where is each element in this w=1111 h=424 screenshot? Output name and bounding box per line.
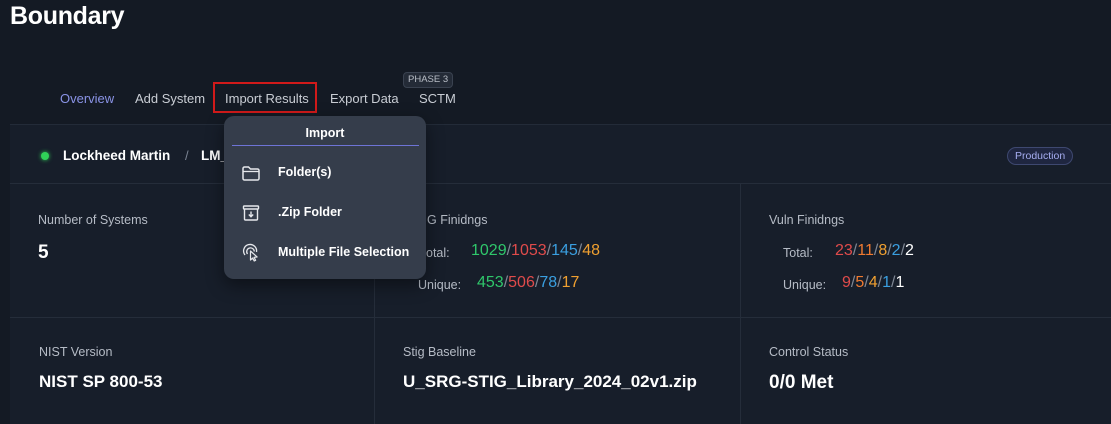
breadcrumb-separator: / [185, 148, 189, 163]
stig-findings-label: G Finidngs [427, 213, 488, 227]
vuln-total-high: 11 [857, 242, 874, 259]
tab-sctm[interactable]: SCTM [419, 91, 456, 106]
folder-icon [242, 166, 260, 181]
vuln-unique-critical: 9 [842, 274, 851, 291]
divider [10, 317, 1111, 318]
zip-folder-icon [242, 205, 260, 221]
org-name[interactable]: Lockheed Martin [63, 148, 170, 163]
stig-baseline-label: Stig Baseline [403, 345, 476, 359]
systems-count: 5 [38, 242, 49, 263]
vuln-total-low: 2 [891, 242, 901, 259]
vuln-unique-high: 5 [855, 274, 865, 291]
vuln-findings-label: Vuln Finidngs [769, 213, 845, 227]
divider [740, 184, 741, 317]
stig-unique-cat4: 17 [561, 274, 580, 291]
stig-unique-cat1: 453 [477, 274, 504, 291]
stig-unique-cat3: 78 [539, 274, 558, 291]
vuln-unique-info: 1 [895, 274, 905, 291]
stig-total-values: 1029/1053/145/48 [471, 242, 601, 259]
vuln-unique-low: 1 [882, 274, 891, 291]
stig-unique-values: 453/506/78/17 [477, 274, 580, 291]
stig-total-label: otal: [426, 246, 450, 260]
import-dropdown: Import Folder(s) .Zip Folder Multiple Fi… [224, 116, 426, 279]
page-title: Boundary [10, 2, 125, 30]
vuln-total-critical: 23 [835, 242, 853, 259]
vuln-total-values: 23/11/8/2/2 [835, 242, 914, 259]
boundary-panel: Lockheed Martin / LM_ Production Number … [10, 124, 1111, 424]
nist-version-label: NIST Version [39, 345, 113, 359]
stig-total-cat2: 1053 [511, 242, 547, 259]
divider [740, 318, 741, 424]
menu-item-zip-folder[interactable]: .Zip Folder [224, 195, 426, 231]
divider [374, 318, 375, 424]
tab-overview[interactable]: Overview [60, 91, 114, 106]
multi-select-icon [242, 243, 258, 262]
nist-version-value: NIST SP 800-53 [39, 372, 163, 391]
menu-item-label: .Zip Folder [278, 205, 342, 219]
stig-unique-cat2: 506 [508, 274, 535, 291]
stig-baseline-value: U_SRG-STIG_Library_2024_02v1.zip [403, 372, 697, 391]
menu-item-label: Multiple File Selection [278, 245, 410, 259]
import-results-highlight [213, 82, 317, 113]
vuln-total-label: Total: [783, 246, 813, 260]
vuln-unique-label: Unique: [783, 278, 827, 292]
tab-add-system[interactable]: Add System [135, 91, 205, 106]
systems-label: Number of Systems [38, 213, 148, 227]
stig-total-cat3: 145 [551, 242, 578, 259]
stig-total-cat4: 48 [582, 242, 601, 259]
import-menu-title: Import [305, 126, 345, 140]
stig-total-cat1: 1029 [471, 242, 507, 259]
vuln-unique-medium: 4 [868, 274, 878, 291]
phase-badge: PHASE 3 [403, 72, 454, 88]
stig-unique-label: Unique: [418, 278, 462, 292]
vuln-unique-values: 9/5/4/1/1 [842, 274, 905, 291]
menu-divider [232, 145, 419, 146]
menu-item-multiple-file-selection[interactable]: Multiple File Selection [224, 235, 426, 271]
vuln-total-medium: 8 [878, 242, 888, 259]
system-header: Lockheed Martin / LM_ Production [10, 125, 1111, 184]
status-dot [41, 152, 49, 160]
menu-item-label: Folder(s) [278, 165, 332, 179]
control-status-value: 0/0 Met [769, 372, 834, 393]
environment-badge: Production [1007, 147, 1074, 165]
menu-item-folders[interactable]: Folder(s) [224, 155, 426, 191]
control-status-label: Control Status [769, 345, 849, 359]
vuln-total-info: 2 [905, 242, 914, 259]
tab-export-data[interactable]: Export Data [330, 91, 399, 106]
